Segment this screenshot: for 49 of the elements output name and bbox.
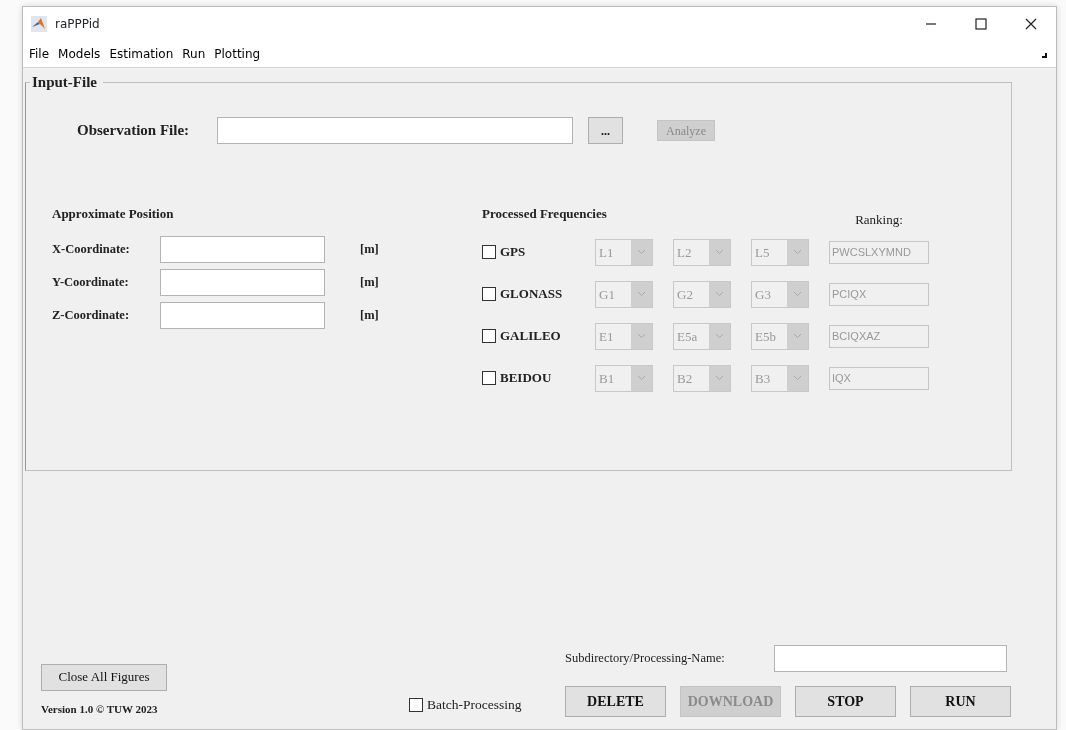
- processing-name-field[interactable]: [774, 645, 1007, 672]
- caret-icon: [715, 375, 724, 381]
- app-icon: [31, 16, 47, 32]
- version-text: Version 1.0 © TUW 2023: [41, 701, 159, 717]
- unit-label: [m]: [360, 240, 379, 258]
- caret-icon: [715, 249, 724, 255]
- checkbox-label: BEIDOU: [500, 369, 552, 388]
- coordinate-field[interactable]: [160, 235, 325, 263]
- coordinate-field[interactable]: [160, 268, 325, 296]
- menu-item[interactable]: Models: [55, 45, 107, 63]
- caret-icon: [715, 291, 724, 297]
- section-heading: Processed Frequencies: [482, 205, 608, 223]
- column-label: Ranking:: [854, 211, 904, 229]
- caret-icon: [715, 333, 724, 339]
- field-label: X-Coordinate:: [52, 240, 131, 258]
- caret-icon: [793, 249, 802, 255]
- menu-item[interactable]: Plotting: [211, 45, 267, 63]
- menu-item[interactable]: Estimation: [106, 45, 180, 63]
- checkbox[interactable]: [409, 697, 423, 712]
- caret-icon: [637, 249, 646, 255]
- caret-icon: [793, 291, 802, 297]
- menu-item[interactable]: File: [26, 45, 56, 63]
- action-button[interactable]: DELETE: [565, 686, 666, 717]
- close-icon[interactable]: [1025, 18, 1037, 30]
- field-label: Observation File:: [77, 121, 191, 141]
- unit-label: [m]: [360, 306, 379, 324]
- caret-icon: [637, 333, 646, 339]
- action-button[interactable]: STOP: [795, 686, 896, 717]
- caret-icon: [637, 375, 646, 381]
- field-label: Z-Coordinate:: [52, 306, 131, 324]
- section-heading: Approximate Position: [52, 205, 175, 223]
- menu-item[interactable]: Run: [179, 45, 212, 63]
- observation-file-field[interactable]: [217, 117, 573, 144]
- field-label: Subdirectory/Processing-Name:: [565, 650, 726, 668]
- field-label: Y-Coordinate:: [52, 273, 130, 291]
- browse-button[interactable]: ...: [588, 117, 623, 144]
- action-button[interactable]: RUN: [910, 686, 1011, 717]
- caret-icon: [793, 333, 802, 339]
- close-all-figures-button[interactable]: Close All Figures: [41, 663, 167, 691]
- coordinate-field[interactable]: [160, 301, 325, 329]
- checkbox-label: GLONASS: [500, 285, 563, 304]
- window-title: raPPPid: [55, 16, 100, 33]
- caret-icon: [637, 291, 646, 297]
- checkbox-label: Batch-Processing: [427, 695, 522, 714]
- unit-label: [m]: [360, 273, 379, 291]
- caret-icon: [793, 375, 802, 381]
- checkbox-label: GALILEO: [500, 327, 561, 346]
- maximize-icon[interactable]: [975, 18, 987, 30]
- checkbox-label: GPS: [500, 243, 526, 262]
